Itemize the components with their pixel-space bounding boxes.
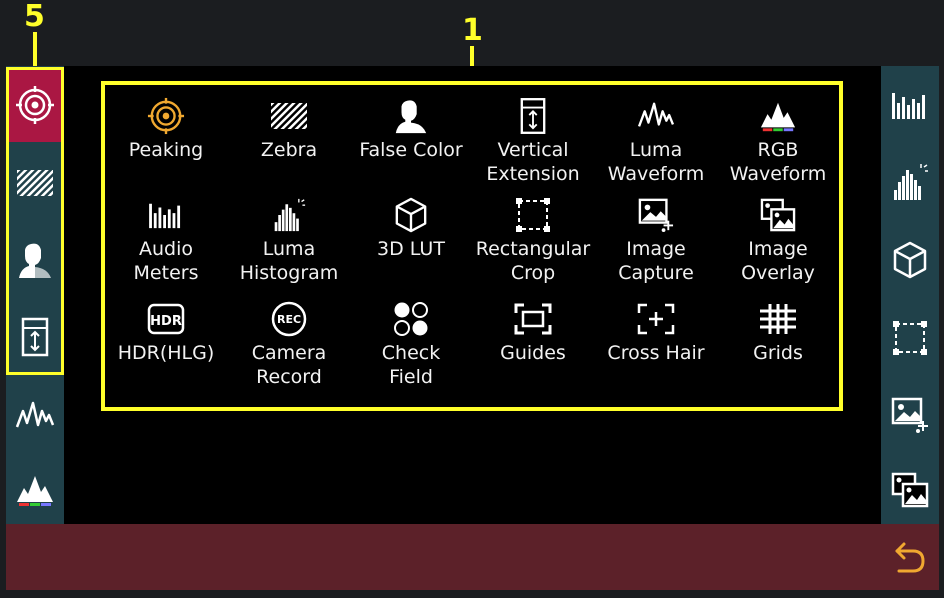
hdr-icon-text: HDR <box>150 314 182 329</box>
check-field-icon <box>394 302 428 336</box>
tool-label: Luma Waveform <box>607 139 705 185</box>
tool-label: Cross Hair <box>607 342 705 364</box>
callout-number-5: 5 <box>24 0 45 34</box>
tool-audio-meters[interactable]: Audio Meters <box>105 195 227 285</box>
return-icon <box>895 542 925 573</box>
tool-hdr-hlg[interactable]: HDR HDR(HLG) <box>105 299 227 365</box>
tool-peaking[interactable]: Peaking <box>105 96 227 162</box>
rec-icon-text: REC <box>277 313 301 326</box>
right-item-rectangular-crop[interactable] <box>881 300 939 376</box>
tool-label: 3D LUT <box>377 238 445 260</box>
rectangular-crop-icon <box>893 321 927 355</box>
audio-meters-icon <box>149 203 181 229</box>
tool-label: Zebra <box>260 139 318 161</box>
right-item-image-capture[interactable] <box>881 376 939 454</box>
tool-cross-hair[interactable]: Cross Hair <box>595 299 717 365</box>
3d-lut-icon <box>893 241 927 279</box>
tool-label: Check Field <box>381 342 441 388</box>
tool-vertical-extension[interactable]: Vertical Extension <box>472 96 594 186</box>
zebra-icon <box>17 170 53 196</box>
tool-guides[interactable]: Guides <box>472 299 594 365</box>
peaking-icon <box>16 86 54 124</box>
false-color-icon <box>19 243 51 278</box>
tool-label: Rectangular Crop <box>475 238 591 284</box>
tool-luma-waveform[interactable]: Luma Waveform <box>595 96 717 186</box>
tool-label: Camera Record <box>251 342 327 388</box>
tool-image-capture[interactable]: Image Capture <box>595 195 717 285</box>
tool-label: Grids <box>753 342 803 364</box>
luma-waveform-icon <box>15 401 55 428</box>
tool-label: Luma Histogram <box>239 238 339 284</box>
tool-label: Guides <box>500 342 566 364</box>
peaking-icon <box>147 97 185 135</box>
tool-check-field[interactable]: Check Field <box>350 299 472 389</box>
tool-rgb-waveform[interactable]: RGB Waveform <box>717 96 839 186</box>
grids-icon <box>760 304 796 334</box>
tool-label: Image Overlay <box>741 238 815 284</box>
tool-image-overlay[interactable]: Image Overlay <box>717 195 839 285</box>
callout-number-1: 1 <box>462 13 483 48</box>
sidebar-item-vertical-extension[interactable] <box>6 300 64 374</box>
right-item-audio-meters[interactable] <box>881 66 939 144</box>
audio-meters-icon <box>892 93 925 119</box>
right-item-3d-lut[interactable] <box>881 222 939 298</box>
tool-camera-record[interactable]: REC Camera Record <box>228 299 350 389</box>
tool-label: Vertical Extension <box>486 139 580 185</box>
callout-line-5 <box>33 32 37 68</box>
tool-label: Image Capture <box>618 238 694 284</box>
tool-false-color[interactable]: False Color <box>350 96 472 162</box>
sidebar-item-luma-waveform[interactable] <box>6 378 64 454</box>
image-overlay-icon <box>891 472 929 508</box>
image-capture-icon <box>638 198 674 233</box>
zebra-icon <box>271 103 307 129</box>
left-sidebar <box>6 66 64 524</box>
right-item-image-overlay[interactable] <box>881 456 939 524</box>
return-button[interactable] <box>882 535 936 579</box>
tool-label: Peaking <box>128 139 204 161</box>
image-overlay-icon <box>760 198 796 232</box>
luma-histogram-icon <box>274 198 306 232</box>
right-item-luma-histogram[interactable] <box>881 144 939 220</box>
sidebar-item-false-color[interactable] <box>6 222 64 298</box>
sidebar-item-peaking[interactable] <box>6 68 64 142</box>
tool-label: RGB Waveform <box>729 139 827 185</box>
tool-label: HDR(HLG) <box>117 342 215 364</box>
bottom-bar <box>6 524 939 590</box>
right-sidebar <box>881 66 939 524</box>
vertical-extension-icon <box>21 317 49 357</box>
guides-icon <box>514 303 552 335</box>
tool-zebra[interactable]: Zebra <box>228 96 350 162</box>
3d-lut-icon <box>395 197 427 233</box>
tool-rectangular-crop[interactable]: Rectangular Crop <box>472 195 594 285</box>
false-color-icon <box>395 100 427 134</box>
luma-waveform-icon <box>637 102 675 127</box>
tool-grids[interactable]: Grids <box>717 299 839 365</box>
sidebar-item-zebra[interactable] <box>6 146 64 220</box>
tool-3d-lut[interactable]: 3D LUT <box>350 195 472 261</box>
rectangular-crop-icon <box>516 198 550 232</box>
tool-luma-histogram[interactable]: Luma Histogram <box>228 195 350 285</box>
camera-record-icon: REC <box>271 301 307 337</box>
luma-histogram-icon <box>894 164 928 200</box>
sidebar-item-rgb-waveform[interactable] <box>6 456 64 524</box>
tool-label: False Color <box>359 139 463 161</box>
rgb-waveform-icon <box>17 476 53 506</box>
cross-hair-icon <box>637 303 675 335</box>
rgb-waveform-icon <box>760 102 796 132</box>
vertical-extension-icon <box>520 98 546 134</box>
image-capture-icon <box>891 397 928 433</box>
hdr-icon: HDR <box>147 303 185 335</box>
tool-label: Audio Meters <box>133 238 199 284</box>
